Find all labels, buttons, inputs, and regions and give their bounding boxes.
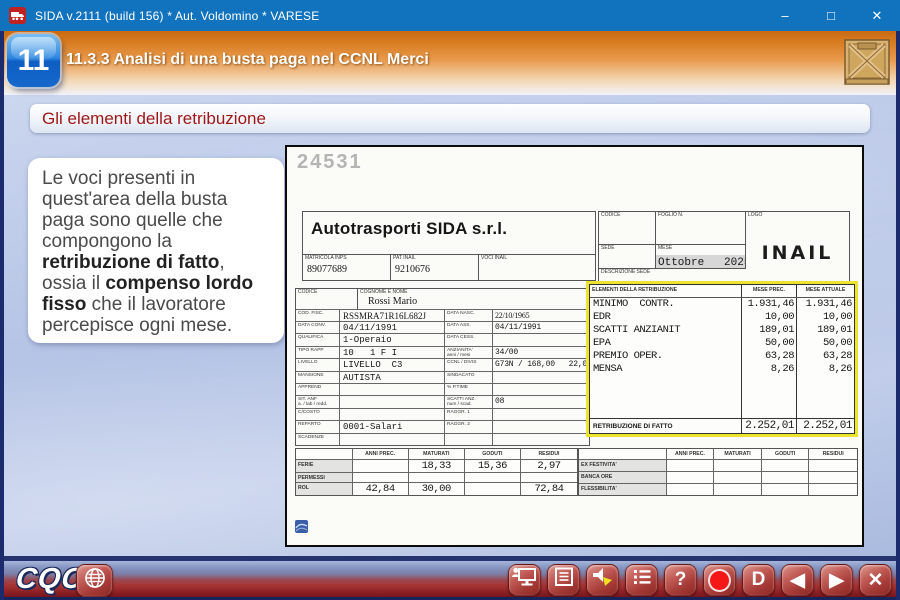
speaker-icon: [591, 566, 615, 594]
element-row: MINIMO CONTR.1.931,461.931,46: [590, 298, 854, 311]
pat-inail-field: PAT INAIL 9210676: [391, 255, 479, 280]
truck-icon: [9, 7, 26, 24]
logo-cell: LOGO INAIL: [746, 212, 849, 284]
table-row: FERIE 18,33 15,36 2,97: [296, 459, 577, 472]
period-value: Ottobre 2025: [656, 255, 745, 270]
section-title-bar: Gli elementi della retribuzione: [30, 104, 870, 133]
section-title: Gli elementi della retribuzione: [42, 109, 266, 129]
table-row: QUALIFICA1-OperaioDATA CESS.: [296, 333, 589, 345]
cqc-logo: CQC: [14, 563, 85, 596]
window-title: SIDA v.2111 (build 156) * Aut. Voldomino…: [35, 9, 319, 23]
record-icon: [710, 571, 729, 590]
employee-table: CODICE COGNOME E NOME Rossi Mario COD. F…: [295, 288, 590, 446]
retribuzione-di-fatto-row: RETRIBUZIONE DI FATTO 2.252,01 2.252,01: [590, 418, 854, 433]
note-text: Le voci presenti in quest'area della bus…: [42, 168, 227, 252]
window-left-edge: [0, 31, 4, 600]
table-row: C/COSTORAGGR. 1: [296, 408, 589, 420]
list-icon: [631, 567, 653, 593]
sede-cell: SEDE: [599, 245, 656, 269]
voci-inail-field: VOCI INAIL: [479, 255, 595, 280]
chapter-badge: 11: [7, 34, 60, 87]
leave-table-left: ANNI PREC. MATURATI GODUTI RESIDUI FERIE…: [295, 448, 578, 496]
table-row: APPREND% P.TIME: [296, 383, 589, 395]
screen-button[interactable]: [508, 564, 541, 596]
close-window-button[interactable]: ✕: [854, 0, 900, 31]
window-controls: – □ ✕: [762, 0, 900, 31]
monitor-person-icon: [512, 566, 537, 595]
table-row: MANSIONEAUTISTASINDACATO: [296, 371, 589, 383]
prev-arrow-icon: ◀: [790, 569, 805, 592]
matricola-inps-field: MATRICOLA INPS 89077689: [303, 255, 391, 280]
table-row: EX FESTIVITA': [579, 459, 857, 471]
dictionary-icon: D: [752, 569, 766, 591]
table-row: TIPO RAPP10 1 F IANZIANITA' anni / mesi3…: [296, 346, 589, 358]
exit-button[interactable]: ✕: [859, 564, 892, 596]
crate-icon: [844, 37, 890, 87]
audio-button[interactable]: [586, 564, 619, 596]
employee-name-row: CODICE COGNOME E NOME Rossi Mario: [296, 289, 589, 309]
registry-box: CODICE FOGLIO N. LOGO INAIL SEDE MESE Ot…: [598, 211, 850, 285]
window-right-edge: [896, 31, 900, 600]
table-row: SCADENZE: [296, 433, 589, 445]
element-row: EDR10,0010,00: [590, 311, 854, 324]
retribution-elements-box: ELEMENTI DELLA RETRIBUZIONE MESE PREC. M…: [586, 281, 858, 437]
question-icon: ?: [675, 569, 687, 591]
minimize-button[interactable]: –: [762, 0, 808, 31]
help-button[interactable]: ?: [664, 564, 697, 596]
close-icon: ✕: [868, 569, 884, 592]
next-button[interactable]: ▶: [820, 564, 853, 596]
lesson-title: 11.3.3 Analisi di una busta paga nel CCN…: [66, 51, 429, 69]
index-button[interactable]: [625, 564, 658, 596]
content-area: Gli elementi della retribuzione Le voci …: [0, 95, 900, 556]
leave-table-right: ANNI PREC. MATURATI GODUTI RESIDUI EX FE…: [578, 448, 858, 496]
lesson-header: 11 11.3.3 Analisi di una busta paga nel …: [0, 31, 900, 95]
next-arrow-icon: ▶: [829, 569, 844, 592]
company-box: Autotrasporti SIDA s.r.l. MATRICOLA INPS…: [302, 211, 596, 281]
elements-header: ELEMENTI DELLA RETRIBUZIONE MESE PREC. M…: [590, 285, 854, 298]
table-row: DATA CONV.04/11/1991DATA ASS.04/11/1991: [296, 321, 589, 333]
table-row: COD. FISC.RSSMRA71R16L682JDATA NASC.22/1…: [296, 309, 589, 321]
element-row: EPA50,0050,00: [590, 337, 854, 350]
dictionary-button[interactable]: D: [742, 564, 775, 596]
element-row: PREMIO OPER.63,2863,28: [590, 350, 854, 363]
app-window: SIDA v.2111 (build 156) * Aut. Voldomino…: [0, 0, 900, 600]
table-row: BANCA ORE: [579, 471, 857, 483]
note-panel: Le voci presenti in quest'area della bus…: [28, 158, 284, 343]
table-row: LIVELLOLIVELLO C3CCNL / DIVISG73N / 168,…: [296, 358, 589, 370]
table-row: PERMESSI: [296, 472, 577, 482]
mese-cell: MESE Ottobre 2025: [656, 245, 746, 269]
inail-logo: INAIL: [746, 242, 849, 264]
record-button[interactable]: [703, 564, 736, 596]
table-row: FLESSIBILITA': [579, 483, 857, 495]
maximize-button[interactable]: □: [808, 0, 854, 31]
note-bold-1: retribuzione di fatto: [42, 252, 219, 273]
prev-button[interactable]: ◀: [781, 564, 814, 596]
document-icon: [553, 566, 575, 594]
globe-button[interactable]: [76, 564, 113, 597]
title-bar: SIDA v.2111 (build 156) * Aut. Voldomino…: [0, 0, 900, 31]
foglio-cell: FOGLIO N.: [656, 212, 746, 245]
payslip-number: 24531: [297, 151, 363, 174]
table-row: SIT. ANF a. / lab / redd.SCATTI ANZ. num…: [296, 395, 589, 407]
company-name: Autotrasporti SIDA s.r.l.: [303, 212, 595, 254]
notes-button[interactable]: [547, 564, 580, 596]
sida-mini-logo: [295, 519, 310, 534]
employee-name: Rossi Mario: [358, 296, 589, 307]
payslip-image: 24531 Autotrasporti SIDA s.r.l. MATRICOL…: [285, 145, 864, 547]
codice-cell: CODICE: [599, 212, 656, 245]
globe-icon: [83, 566, 107, 596]
element-row: MENSA8,268,26: [590, 363, 854, 376]
element-row: SCATTI ANZIANIT189,01189,01: [590, 324, 854, 337]
table-row: REPARTO0001-SalariRAGGR. 2: [296, 420, 589, 432]
toolbar: CQC: [0, 561, 900, 600]
table-row: ROL 42,84 30,00 72,84: [296, 482, 577, 495]
